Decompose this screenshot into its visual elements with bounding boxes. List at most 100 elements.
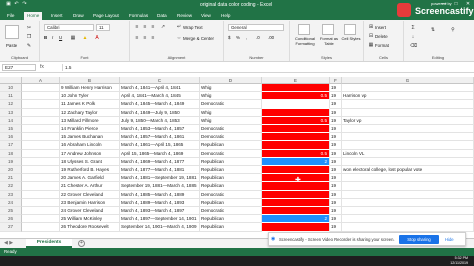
- cell-d[interactable]: Democratic: [200, 207, 262, 216]
- bold-icon[interactable]: B: [44, 35, 47, 40]
- cell-b[interactable]: 23 Benjamin Harrison: [60, 198, 120, 207]
- cell-g[interactable]: [342, 223, 474, 232]
- name-box[interactable]: E27: [2, 64, 36, 71]
- orientation-icon[interactable]: ↗: [160, 24, 166, 30]
- cell-a[interactable]: [22, 133, 60, 142]
- cell-b[interactable]: 17 Andrew Johnson: [60, 149, 120, 158]
- tab-file[interactable]: File: [4, 12, 17, 20]
- cell-e[interactable]: [262, 84, 330, 93]
- row-header[interactable]: 20: [0, 166, 22, 175]
- row-header[interactable]: 23: [0, 190, 22, 199]
- increase-decimal-icon[interactable]: .0: [256, 35, 260, 40]
- tab-insert[interactable]: Insert: [48, 12, 66, 20]
- cell-a[interactable]: [22, 223, 60, 232]
- cell-e[interactable]: [262, 190, 330, 199]
- cell-a[interactable]: [22, 125, 60, 134]
- cell-d[interactable]: Republican: [200, 198, 262, 207]
- insert-button[interactable]: ⊞ Insert: [368, 24, 386, 30]
- cut-icon[interactable]: ✂: [26, 25, 32, 31]
- tab-page-layout[interactable]: Page Layout: [90, 12, 122, 20]
- cell-g[interactable]: [342, 182, 474, 191]
- cell-g[interactable]: [342, 125, 474, 134]
- cell-f[interactable]: 19: [330, 100, 342, 109]
- cell-f[interactable]: 19: [330, 116, 342, 125]
- cell-g[interactable]: won electoral college, lost popular vote: [342, 166, 474, 175]
- wrap-text-button[interactable]: ↵ Wrap Text: [176, 24, 203, 30]
- align-left-icon[interactable]: ≡: [134, 35, 140, 41]
- col-header-b[interactable]: B: [60, 77, 120, 84]
- cell-styles-icon[interactable]: [344, 24, 356, 35]
- cell-c[interactable]: March 4, 1889—March 4, 1893: [120, 198, 200, 207]
- cell-g[interactable]: [342, 157, 474, 166]
- cell-d[interactable]: Democratic: [200, 133, 262, 142]
- cell-b[interactable]: 9 William Henry Harrison: [60, 84, 120, 93]
- cell-c[interactable]: March 4, 1881—September 19, 1881: [120, 174, 200, 183]
- cell-g[interactable]: [342, 198, 474, 207]
- cell-e[interactable]: 0.5: [262, 92, 330, 101]
- cell-a[interactable]: [22, 207, 60, 216]
- cell-g[interactable]: [342, 108, 474, 117]
- col-header-g[interactable]: G: [342, 77, 474, 84]
- formula-input[interactable]: 1.5: [62, 64, 470, 71]
- cell-d[interactable]: Whig: [200, 108, 262, 117]
- cell-g[interactable]: Lincoln VL: [342, 149, 474, 158]
- row-header[interactable]: 25: [0, 207, 22, 216]
- cell-g[interactable]: [342, 215, 474, 224]
- cell-a[interactable]: [22, 141, 60, 150]
- cell-a[interactable]: [22, 149, 60, 158]
- cell-f[interactable]: 19: [330, 149, 342, 158]
- fill-icon[interactable]: ↓: [410, 34, 416, 40]
- align-center-icon[interactable]: ≡: [142, 35, 148, 41]
- cell-d[interactable]: Whig: [200, 84, 262, 93]
- format-as-table-button[interactable]: Format as Table: [319, 36, 339, 46]
- cell-e[interactable]: [262, 223, 330, 232]
- cell-f[interactable]: 19: [330, 223, 342, 232]
- select-all-corner[interactable]: [0, 77, 22, 84]
- align-bottom-icon[interactable]: ≡: [150, 24, 156, 30]
- cell-d[interactable]: Whig: [200, 92, 262, 101]
- cell-a[interactable]: [22, 198, 60, 207]
- hide-notice-button[interactable]: Hide: [445, 237, 454, 242]
- cell-e[interactable]: [262, 141, 330, 150]
- row-header[interactable]: 19: [0, 157, 22, 166]
- find-select-icon[interactable]: ⚲: [448, 27, 458, 37]
- cell-g[interactable]: [342, 190, 474, 199]
- cell-f[interactable]: 19: [330, 207, 342, 216]
- decrease-decimal-icon[interactable]: .00: [268, 35, 274, 40]
- cell-c[interactable]: March 4, 1869—March 4, 1877: [120, 157, 200, 166]
- cell-a[interactable]: [22, 84, 60, 93]
- cell-b[interactable]: 15 James Buchanan: [60, 133, 120, 142]
- cell-f[interactable]: 19: [330, 133, 342, 142]
- cell-c[interactable]: March 4, 1845—March 4, 1849: [120, 100, 200, 109]
- italic-icon[interactable]: I: [52, 35, 53, 40]
- cell-e[interactable]: [262, 125, 330, 134]
- percent-icon[interactable]: %: [236, 35, 240, 40]
- cell-c[interactable]: March 4, 1885—March 4, 1889: [120, 190, 200, 199]
- cell-a[interactable]: [22, 174, 60, 183]
- cell-f[interactable]: 19: [330, 92, 342, 101]
- cell-g[interactable]: [342, 141, 474, 150]
- row-header[interactable]: 12: [0, 100, 22, 109]
- col-header-f[interactable]: F: [330, 77, 342, 84]
- borders-icon[interactable]: ▦: [70, 35, 76, 41]
- cell-d[interactable]: Republican: [200, 215, 262, 224]
- cell-b[interactable]: 25 William McKinley: [60, 215, 120, 224]
- cell-d[interactable]: Republican: [200, 223, 262, 232]
- cell-a[interactable]: [22, 166, 60, 175]
- paste-button[interactable]: Paste: [6, 43, 17, 48]
- cell-b[interactable]: 16 Abraham Lincoln: [60, 141, 120, 150]
- cell-e[interactable]: 2: [262, 157, 330, 166]
- clear-icon[interactable]: ⌫: [410, 43, 417, 49]
- row-header[interactable]: 15: [0, 125, 22, 134]
- row-header[interactable]: 11: [0, 92, 22, 101]
- row-header[interactable]: 24: [0, 198, 22, 207]
- cell-d[interactable]: Democratic: [200, 149, 262, 158]
- cell-e[interactable]: [262, 133, 330, 142]
- cell-b[interactable]: 14 Franklin Pierce: [60, 125, 120, 134]
- cell-c[interactable]: March 4, 1853—March 4, 1857: [120, 125, 200, 134]
- cell-d[interactable]: Democratic: [200, 190, 262, 199]
- cell-g[interactable]: [342, 174, 474, 183]
- cell-a[interactable]: [22, 215, 60, 224]
- cell-f[interactable]: 19: [330, 174, 342, 183]
- sheet-tab-presidents[interactable]: Presidents: [26, 239, 72, 248]
